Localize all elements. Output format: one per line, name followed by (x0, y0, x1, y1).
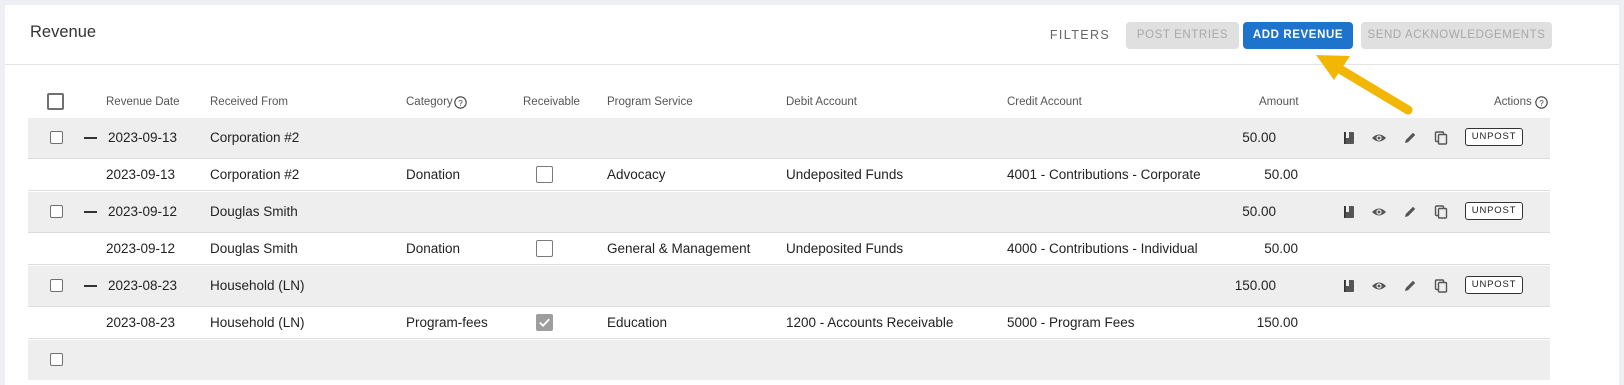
detail-received-from: Douglas Smith (210, 241, 298, 256)
detail-row[interactable]: 2023-09-13 Corporation #2 Donation Advoc… (28, 159, 1550, 191)
detail-row[interactable]: 2023-09-12 Douglas Smith Donation Genera… (28, 233, 1550, 265)
page-title: Revenue (30, 23, 97, 41)
eye-icon[interactable] (1371, 130, 1387, 146)
detail-credit-account: 5000 - Program Fees (1007, 315, 1135, 330)
row-checkbox[interactable] (50, 205, 63, 218)
collapse-toggle[interactable] (84, 211, 97, 213)
svg-text:?: ? (1539, 99, 1544, 108)
detail-debit-account: Undeposited Funds (786, 241, 904, 256)
row-checkbox[interactable] (50, 353, 63, 366)
collapse-toggle[interactable] (84, 137, 97, 139)
group-row[interactable]: 2023-09-13 Corporation #2 50.00 UNPOST (28, 118, 1550, 159)
col-received-from[interactable]: Received From (210, 96, 288, 108)
group-row[interactable]: 2023-09-12 Douglas Smith 50.00 UNPOST (28, 192, 1550, 233)
unpost-button[interactable]: UNPOST (1465, 128, 1523, 146)
help-circle-icon[interactable]: ? (454, 96, 467, 109)
group-row[interactable]: 2023-08-23 Household (LN) 150.00 UNPOST (28, 266, 1550, 307)
detail-received-from: Household (LN) (210, 315, 305, 330)
annotation-arrow-icon (1316, 55, 1413, 115)
detail-received-from: Corporation #2 (210, 167, 300, 182)
detail-program-service: Education (607, 315, 668, 330)
filters-button[interactable]: FILTERS (1042, 22, 1118, 49)
detail-program-service: Advocacy (607, 167, 666, 182)
detail-debit-account: 1200 - Accounts Receivable (786, 315, 954, 330)
col-credit-account[interactable]: Credit Account (1007, 96, 1082, 108)
detail-row[interactable]: 2023-08-23 Household (LN) Program-fees E… (28, 307, 1550, 339)
svg-text:?: ? (458, 99, 463, 108)
detail-date: 2023-09-13 (106, 167, 176, 182)
eye-icon[interactable] (1371, 278, 1387, 294)
receivable-checkbox[interactable] (536, 240, 553, 257)
row-checkbox[interactable] (50, 131, 63, 144)
detail-date: 2023-09-12 (106, 241, 176, 256)
checkmark-icon (539, 318, 550, 328)
add-revenue-button[interactable]: ADD REVENUE (1243, 22, 1353, 49)
pencil-icon[interactable] (1402, 278, 1418, 294)
post-entries-button[interactable]: POST ENTRIES (1126, 22, 1239, 49)
col-amount[interactable]: Amount (1259, 96, 1299, 108)
group-date: 2023-08-23 (108, 278, 178, 293)
group-date: 2023-09-12 (108, 204, 178, 219)
copy-icon[interactable] (1433, 204, 1449, 220)
group-amount: 150.00 (1234, 278, 1276, 293)
send-acknowledgements-button[interactable]: SEND ACKNOWLEDGEMENTS (1361, 22, 1552, 49)
help-circle-icon[interactable]: ? (1535, 96, 1548, 109)
row-checkbox[interactable] (50, 279, 63, 292)
col-category[interactable]: Category (406, 96, 453, 108)
group-received-from: Corporation #2 (210, 130, 300, 145)
group-amount: 50.00 (1242, 130, 1276, 145)
group-date: 2023-09-13 (108, 130, 178, 145)
group-amount: 50.00 (1242, 204, 1276, 219)
col-receivable[interactable]: Receivable (523, 96, 580, 108)
collapse-toggle[interactable] (84, 285, 97, 287)
detail-credit-account: 4001 - Contributions - Corporate (1007, 167, 1201, 182)
unpost-button[interactable]: UNPOST (1465, 276, 1523, 294)
group-row[interactable] (28, 340, 1550, 380)
detail-debit-account: Undeposited Funds (786, 167, 904, 182)
book-icon[interactable] (1341, 130, 1357, 146)
book-icon[interactable] (1341, 204, 1357, 220)
copy-icon[interactable] (1433, 278, 1449, 294)
receivable-checkbox[interactable] (536, 166, 553, 183)
receivable-checkbox[interactable] (536, 314, 553, 331)
pencil-icon[interactable] (1402, 204, 1418, 220)
group-received-from: Household (LN) (210, 278, 305, 293)
detail-category: Donation (406, 241, 461, 256)
detail-category: Donation (406, 167, 461, 182)
detail-amount: 150.00 (1256, 315, 1298, 330)
col-actions: Actions (1494, 96, 1532, 108)
detail-category: Program-fees (406, 315, 488, 330)
detail-amount: 50.00 (1264, 241, 1298, 256)
group-received-from: Douglas Smith (210, 204, 298, 219)
col-program-service[interactable]: Program Service (607, 96, 693, 108)
detail-credit-account: 4000 - Contributions - Individual (1007, 241, 1198, 256)
detail-amount: 50.00 (1264, 167, 1298, 182)
pencil-icon[interactable] (1402, 130, 1418, 146)
unpost-button[interactable]: UNPOST (1465, 202, 1523, 220)
select-all-checkbox[interactable] (47, 93, 64, 110)
copy-icon[interactable] (1433, 130, 1449, 146)
col-revenue-date[interactable]: Revenue Date (106, 96, 180, 108)
eye-icon[interactable] (1371, 204, 1387, 220)
detail-date: 2023-08-23 (106, 315, 176, 330)
detail-program-service: General & Management (607, 241, 751, 256)
col-debit-account[interactable]: Debit Account (786, 96, 857, 108)
book-icon[interactable] (1341, 278, 1357, 294)
